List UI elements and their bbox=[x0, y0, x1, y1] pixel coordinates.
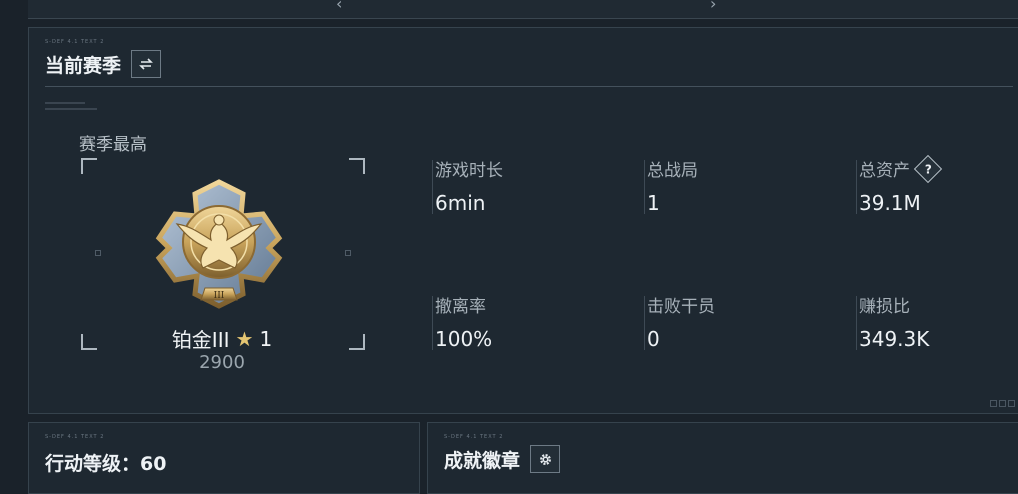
stat-value: 349.3K bbox=[859, 327, 930, 351]
current-season-panel: S-DEF 4.1 TEXT 2 当前赛季 赛季最高 III 铂金III ★ 1… bbox=[28, 27, 1018, 414]
stat-value: 1 bbox=[647, 191, 660, 215]
stat-total-matches: 总战局 1 bbox=[644, 156, 698, 215]
frame-corner bbox=[81, 158, 97, 174]
stat-play-time: 游戏时长 6min bbox=[432, 156, 503, 215]
achievement-badges-title: 成就徽章 bbox=[444, 449, 521, 472]
title-divider bbox=[45, 86, 1013, 87]
operation-level-panel: S-DEF 4.1 TEXT 2 行动等级：60 bbox=[28, 422, 420, 494]
top-navigation-bar: ‹ › bbox=[28, 0, 1018, 19]
frame-corner bbox=[349, 158, 365, 174]
panel-title: 当前赛季 bbox=[45, 54, 122, 77]
stat-profit-loss-ratio: 赚损比 349.3K bbox=[855, 292, 930, 351]
frame-tick bbox=[95, 250, 101, 256]
rank-star-count: 1 bbox=[259, 326, 273, 351]
rank-score: 2900 bbox=[199, 352, 245, 373]
stat-value: 39.1M bbox=[859, 191, 921, 215]
stat-label: 总资产 bbox=[859, 161, 910, 181]
stat-label: 赚损比 bbox=[859, 297, 910, 317]
stat-operators-defeated: 击败干员 0 bbox=[644, 292, 715, 351]
gear-icon bbox=[539, 453, 551, 465]
panel-code-label: S-DEF 4.1 TEXT 2 bbox=[45, 39, 105, 45]
stat-value: 0 bbox=[647, 327, 660, 351]
platinum-rank-medal-icon: III bbox=[155, 179, 283, 309]
stat-extraction-rate: 撤离率 100% bbox=[431, 292, 493, 351]
achievement-badges-panel: S-DEF 4.1 TEXT 2 成就徽章 bbox=[427, 422, 1018, 494]
season-switch-button[interactable] bbox=[131, 50, 162, 78]
stat-label: 总战局 bbox=[647, 161, 698, 181]
stat-value: 100% bbox=[435, 327, 493, 351]
frame-corner bbox=[349, 334, 365, 350]
star-icon: ★ bbox=[235, 326, 254, 351]
help-icon[interactable]: ? bbox=[913, 154, 943, 183]
swap-icon bbox=[139, 58, 153, 70]
stat-label: 撤离率 bbox=[435, 297, 486, 317]
badge-settings-button[interactable] bbox=[530, 445, 561, 473]
decorative-lines bbox=[45, 102, 97, 114]
frame-tick bbox=[345, 250, 351, 256]
chevron-right-icon[interactable]: › bbox=[710, 0, 716, 13]
rank-title-row: 铂金III ★ 1 bbox=[139, 324, 305, 353]
panel-code-label: S-DEF 4.1 TEXT 2 bbox=[45, 434, 105, 440]
stat-total-assets: 总资产 ? 39.1M bbox=[856, 154, 943, 215]
season-best-label: 赛季最高 bbox=[79, 135, 147, 155]
stat-label: 游戏时长 bbox=[435, 161, 503, 181]
stat-label: 击败干员 bbox=[647, 297, 715, 317]
svg-text:III: III bbox=[214, 291, 225, 301]
operation-level-title: 行动等级：60 bbox=[45, 453, 167, 475]
panel-code-label: S-DEF 4.1 TEXT 2 bbox=[444, 434, 504, 440]
stat-value: 6min bbox=[435, 191, 486, 215]
frame-corner bbox=[81, 334, 97, 350]
decorative-corner-marks bbox=[990, 400, 1015, 407]
rank-name: 铂金III bbox=[171, 328, 230, 352]
chevron-left-icon[interactable]: ‹ bbox=[336, 0, 342, 13]
